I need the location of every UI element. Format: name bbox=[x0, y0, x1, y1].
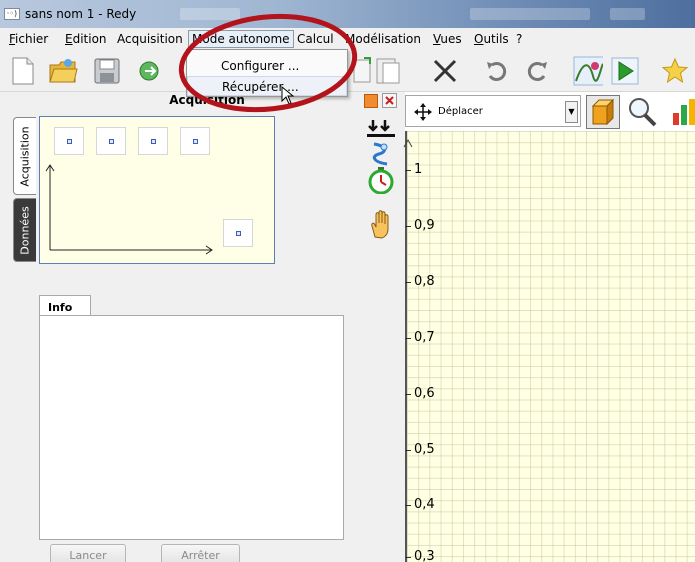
plot-area[interactable] bbox=[405, 131, 695, 562]
down-arrows-icon[interactable] bbox=[366, 118, 396, 142]
menu-bar: Fichier Edition Acquisition Mode autonom… bbox=[0, 28, 695, 51]
new-file-icon[interactable] bbox=[8, 56, 38, 86]
lancer-button[interactable]: Lancer bbox=[50, 544, 126, 562]
menu-fichier[interactable]: Fichier bbox=[9, 32, 48, 46]
mode-combobox[interactable]: Déplacer ▼ bbox=[405, 95, 581, 127]
cube-icon bbox=[591, 98, 615, 126]
app-icon[interactable]: ·◦) bbox=[4, 8, 20, 20]
blurred-title-segment bbox=[610, 8, 645, 20]
y-tick: 0,5 bbox=[405, 442, 435, 457]
hand-icon[interactable] bbox=[366, 210, 396, 240]
menu-edition[interactable]: Edition bbox=[65, 32, 107, 46]
play-icon[interactable] bbox=[610, 56, 640, 86]
bar-chart-button[interactable] bbox=[665, 95, 695, 129]
y-tick: 0,6 bbox=[405, 386, 435, 401]
orange-square-icon[interactable] bbox=[364, 94, 378, 108]
menu-modelisation[interactable]: Modélisation bbox=[345, 32, 421, 46]
y-tick: 0,4 bbox=[405, 497, 435, 512]
y-tick: 0,8 bbox=[405, 274, 435, 289]
bar-chart-icon bbox=[673, 99, 695, 125]
menu-item-recuperer[interactable]: Récupérer ... bbox=[187, 76, 347, 96]
import-icon[interactable] bbox=[136, 56, 166, 86]
curve-tool-icon[interactable] bbox=[573, 56, 603, 86]
wave-probe-icon[interactable] bbox=[366, 142, 396, 166]
redo-icon[interactable] bbox=[522, 56, 552, 86]
info-text-area bbox=[39, 315, 344, 540]
menu-outils[interactable]: Outils bbox=[474, 32, 509, 46]
undo-icon[interactable] bbox=[482, 56, 512, 86]
menu-acquisition[interactable]: Acquisition bbox=[117, 32, 183, 46]
tab-donnees-label: Données bbox=[18, 205, 32, 255]
delete-icon[interactable] bbox=[430, 56, 460, 86]
paste-icon[interactable] bbox=[372, 56, 402, 86]
arreter-button[interactable]: Arrêter bbox=[161, 544, 240, 562]
mouse-cursor-icon bbox=[281, 86, 295, 105]
info-tab[interactable]: Info bbox=[39, 295, 91, 316]
acquisition-preview[interactable] bbox=[39, 116, 275, 264]
y-axis-arrow-icon bbox=[403, 139, 413, 148]
y-tick: 0,9 bbox=[405, 218, 435, 233]
tab-acquisition-label: Acquisition bbox=[18, 125, 32, 187]
y-tick: 0,3 bbox=[405, 549, 435, 562]
open-folder-icon[interactable] bbox=[48, 56, 78, 86]
y-tick: 1 bbox=[404, 162, 422, 177]
view-3d-button[interactable] bbox=[586, 95, 620, 129]
stopwatch-icon[interactable] bbox=[366, 166, 396, 194]
menu-help[interactable]: ? bbox=[516, 32, 522, 46]
menu-item-configurer[interactable]: Configurer ... bbox=[187, 56, 347, 76]
chevron-down-icon[interactable]: ▼ bbox=[565, 101, 578, 123]
tab-acquisition[interactable]: Acquisition bbox=[13, 117, 36, 195]
y-tick: 0,7 bbox=[405, 330, 435, 345]
close-icon[interactable] bbox=[382, 93, 397, 108]
save-icon[interactable] bbox=[92, 56, 122, 86]
mode-label: Déplacer bbox=[438, 106, 483, 117]
star-icon[interactable] bbox=[660, 56, 690, 86]
menu-mode-autonome[interactable]: Mode autonome bbox=[188, 30, 294, 48]
mode-autonome-menu: Configurer ... Récupérer ... bbox=[186, 49, 348, 97]
tab-donnees[interactable]: Données bbox=[13, 198, 36, 262]
blurred-title-segment bbox=[180, 8, 240, 20]
axes-icon bbox=[45, 164, 213, 255]
title-bar: ·◦) sans nom 1 - Redy bbox=[0, 0, 695, 28]
move-icon bbox=[414, 103, 432, 121]
window-title: sans nom 1 - Redy bbox=[25, 7, 137, 21]
menu-vues[interactable]: Vues bbox=[433, 32, 462, 46]
zoom-button[interactable] bbox=[625, 95, 659, 129]
magnifier-icon bbox=[629, 98, 657, 127]
menu-calcul[interactable]: Calcul bbox=[297, 32, 334, 46]
blurred-title-segment bbox=[470, 8, 590, 20]
